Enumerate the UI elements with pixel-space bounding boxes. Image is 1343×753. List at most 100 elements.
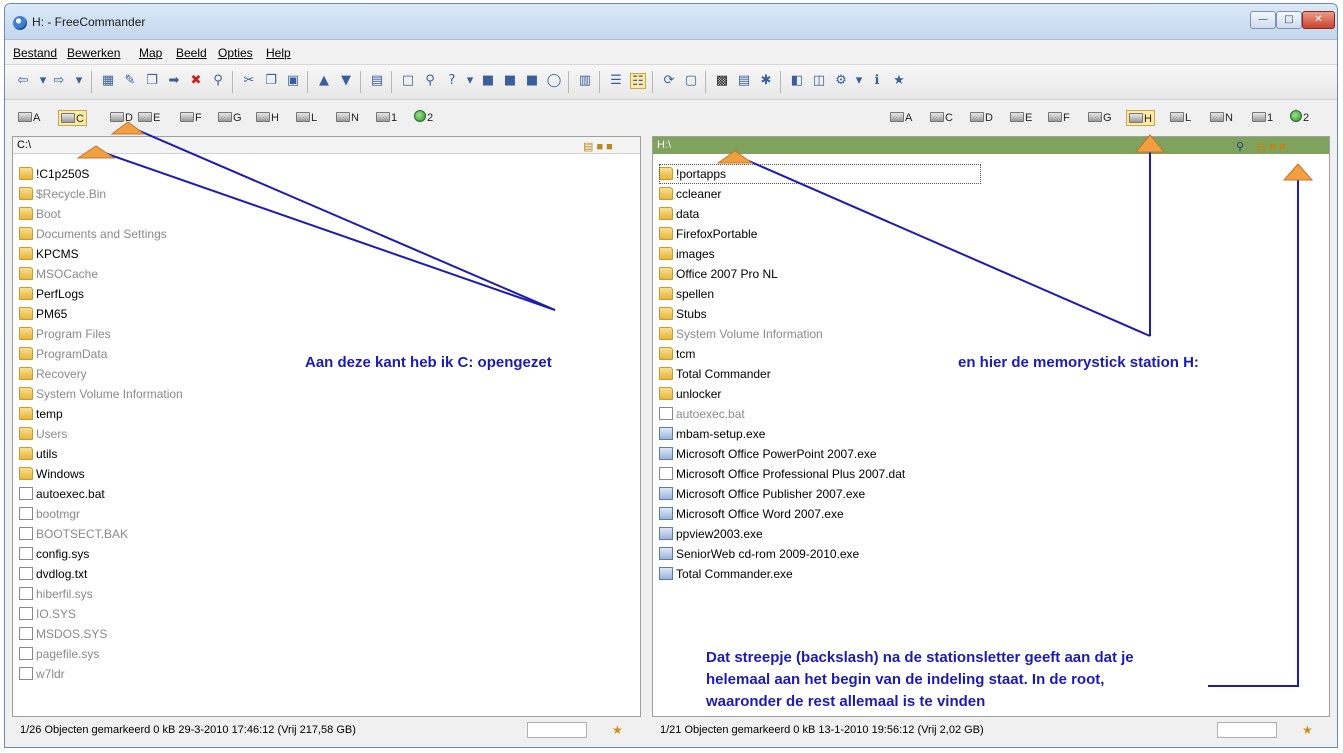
filter-icon[interactable]: ★ — [612, 718, 623, 742]
edit-icon[interactable]: ✎ — [122, 73, 138, 89]
file-row[interactable]: unlocker — [659, 384, 981, 404]
drive-d-button[interactable]: D — [110, 110, 133, 126]
drive-c-button[interactable]: C — [58, 110, 87, 126]
file-row[interactable]: pagefile.sys — [19, 644, 183, 664]
copy-clipboard-icon[interactable]: ❐ — [263, 73, 279, 89]
dropdown-icon[interactable]: ▾ — [462, 73, 478, 89]
binoculars-icon[interactable]: ⚲ — [1236, 139, 1244, 156]
drive-h-button[interactable]: H — [256, 110, 279, 126]
file-row[interactable]: Stubs — [659, 304, 981, 324]
drive-d-button[interactable]: D — [970, 110, 993, 126]
minimize-button[interactable]: — — [1250, 11, 1276, 29]
file-row[interactable]: Microsoft Office Publisher 2007.exe — [659, 484, 981, 504]
menu-map[interactable]: Map — [139, 46, 162, 60]
network-drive-2-button[interactable]: 2 — [1290, 110, 1309, 126]
pack-icon[interactable]: ▲ — [316, 73, 332, 89]
drive-g-button[interactable]: G — [218, 110, 242, 126]
file-row[interactable]: Program Files — [19, 324, 183, 344]
file-row[interactable]: tcm — [659, 344, 981, 364]
menu-opties[interactable]: Opties — [218, 46, 253, 60]
file-row[interactable]: ccleaner — [659, 184, 981, 204]
file-row[interactable]: FirefoxPortable — [659, 224, 981, 244]
properties-icon[interactable]: ▤ — [369, 73, 385, 89]
file-row[interactable]: KPCMS — [19, 244, 183, 264]
list-view-icon[interactable]: ☰ — [608, 73, 624, 89]
network-icon[interactable]: ◯ — [546, 73, 562, 89]
paste-icon[interactable]: ▣ — [285, 73, 301, 89]
right-file-panel[interactable]: H:\ ⚲ ▤ ■ ■ !portapps ccleaner data Firefox… — [652, 136, 1330, 717]
file-row[interactable]: MSOCache — [19, 264, 183, 284]
file-row[interactable]: ppview2003.exe — [659, 524, 981, 544]
refresh-icon[interactable]: ⟳ — [661, 73, 677, 89]
drive-c-button[interactable]: C — [930, 110, 953, 126]
delete-icon[interactable]: ✖ — [188, 73, 204, 89]
file-row[interactable]: !C1p250S — [19, 164, 183, 184]
file-row[interactable]: !portapps — [659, 164, 981, 184]
tools-icon[interactable]: ✱ — [758, 73, 774, 89]
left-file-panel[interactable]: C:\ ▤ ■ ■ !C1p250S $Recycle.Bin Boot Docume… — [12, 136, 641, 717]
path-actions-icon[interactable]: ▤ ■ ■ — [583, 139, 613, 156]
view-icon[interactable]: ▦ — [100, 73, 116, 89]
drive-f-button[interactable]: F — [180, 110, 202, 126]
cut-icon[interactable]: ✂ — [241, 73, 257, 89]
folder-icon[interactable]: ■ — [480, 73, 496, 89]
right-path-bar[interactable]: H:\ ⚲ ▤ ■ ■ — [653, 137, 1329, 154]
left-path-bar[interactable]: C:\ ▤ ■ ■ — [13, 137, 640, 154]
file-row[interactable]: mbam-setup.exe — [659, 424, 981, 444]
network-drive-1-button[interactable]: 1 — [376, 110, 397, 126]
file-row[interactable]: Boot — [19, 204, 183, 224]
sync-icon[interactable]: ◫ — [811, 73, 827, 89]
file-row[interactable]: Recovery — [19, 364, 183, 384]
file-row[interactable]: SeniorWeb cd-rom 2009-2010.exe — [659, 544, 981, 564]
dropdown-icon[interactable]: ▾ — [851, 73, 867, 89]
file-row[interactable]: MSDOS.SYS — [19, 624, 183, 644]
drive-g-button[interactable]: G — [1088, 110, 1112, 126]
window-icon[interactable]: ▢ — [683, 73, 699, 89]
file-row[interactable]: temp — [19, 404, 183, 424]
console-icon[interactable]: ▩ — [714, 73, 730, 89]
file-row[interactable]: Office 2007 Pro NL — [659, 264, 981, 284]
file-row[interactable]: hiberfil.sys — [19, 584, 183, 604]
menu-bewerken[interactable]: Bewerken — [67, 46, 120, 60]
file-row[interactable]: w7ldr — [19, 664, 183, 684]
drive-h-button[interactable]: H — [1126, 110, 1155, 126]
favorites-icon[interactable]: ★ — [891, 73, 907, 89]
file-row[interactable]: data — [659, 204, 981, 224]
file-row[interactable]: IO.SYS — [19, 604, 183, 624]
drive-a-button[interactable]: A — [890, 110, 912, 126]
menu-beeld[interactable]: Beeld — [176, 46, 207, 60]
details-view-icon[interactable]: ☷ — [630, 73, 646, 89]
file-row[interactable]: PM65 — [19, 304, 183, 324]
folder-icon[interactable]: ■ — [502, 73, 518, 89]
dropdown-icon[interactable]: ▾ — [35, 73, 51, 89]
file-row[interactable]: Users — [19, 424, 183, 444]
editor-icon[interactable]: ▤ — [736, 73, 752, 89]
unpack-icon[interactable]: ▼ — [338, 73, 354, 89]
network-drive-2-button[interactable]: 2 — [414, 110, 433, 126]
forward-icon[interactable]: ⇨ — [51, 73, 67, 89]
file-row[interactable]: System Volume Information — [19, 384, 183, 404]
maximize-button[interactable]: □ — [1276, 11, 1302, 29]
move-icon[interactable]: ➡ — [166, 73, 182, 89]
help-icon[interactable]: ? — [444, 73, 460, 89]
file-row[interactable]: dvdlog.txt — [19, 564, 183, 584]
settings-icon[interactable]: ⚙ — [833, 73, 849, 89]
back-icon[interactable]: ⇦ — [15, 73, 31, 89]
file-row[interactable]: BOOTSECT.BAK — [19, 524, 183, 544]
menu-bestand[interactable]: Bestand — [13, 46, 57, 60]
file-row[interactable]: Microsoft Office PowerPoint 2007.exe — [659, 444, 981, 464]
file-row[interactable]: $Recycle.Bin — [19, 184, 183, 204]
find-icon[interactable]: ⚲ — [210, 73, 226, 89]
file-row[interactable]: config.sys — [19, 544, 183, 564]
compare-icon[interactable]: ◧ — [789, 73, 805, 89]
file-row[interactable]: Microsoft Office Professional Plus 2007.… — [659, 464, 981, 484]
file-row[interactable]: ProgramData — [19, 344, 183, 364]
file-row[interactable]: PerfLogs — [19, 284, 183, 304]
file-row[interactable]: Total Commander — [659, 364, 981, 384]
file-row[interactable]: Windows — [19, 464, 183, 484]
copy-icon[interactable]: ❐ — [144, 73, 160, 89]
drive-l-button[interactable]: L — [296, 110, 317, 126]
drive-e-button[interactable]: E — [1010, 110, 1032, 126]
new-folder-icon[interactable]: □ — [400, 73, 416, 89]
file-row[interactable]: Documents and Settings — [19, 224, 183, 244]
